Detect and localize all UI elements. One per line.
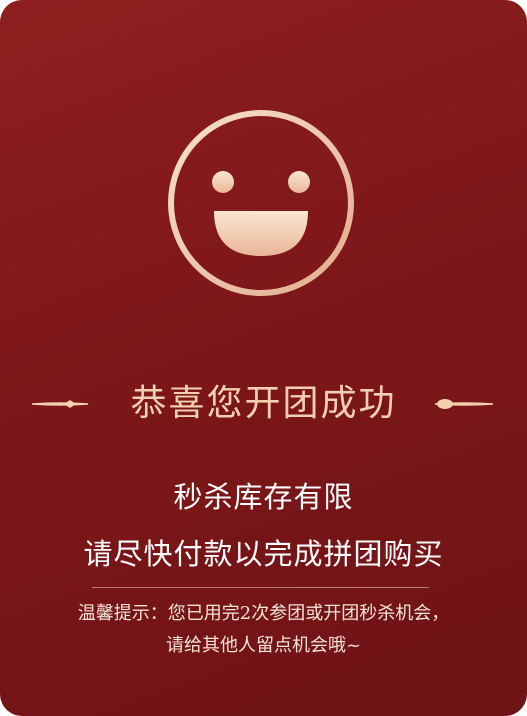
title-row: 恭喜您开团成功 xyxy=(0,378,527,430)
smiley-face-icon xyxy=(168,110,354,296)
tip-line-2: 请给其他人留点机会哦~ xyxy=(165,635,362,656)
tip-line-1: 温馨提示：您已用完2次参团或开团秒杀机会， xyxy=(77,603,450,624)
ornament-right-icon xyxy=(434,399,494,409)
divider xyxy=(92,587,429,588)
success-dialog: 恭喜您开团成功 秒杀库存有限 请尽快付款以完成拼团购买 温馨提示：您已用完2次参… xyxy=(0,0,527,716)
message-line-1: 秒杀库存有限 xyxy=(173,480,354,514)
message-line-2: 请尽快付款以完成拼团购买 xyxy=(83,537,444,571)
